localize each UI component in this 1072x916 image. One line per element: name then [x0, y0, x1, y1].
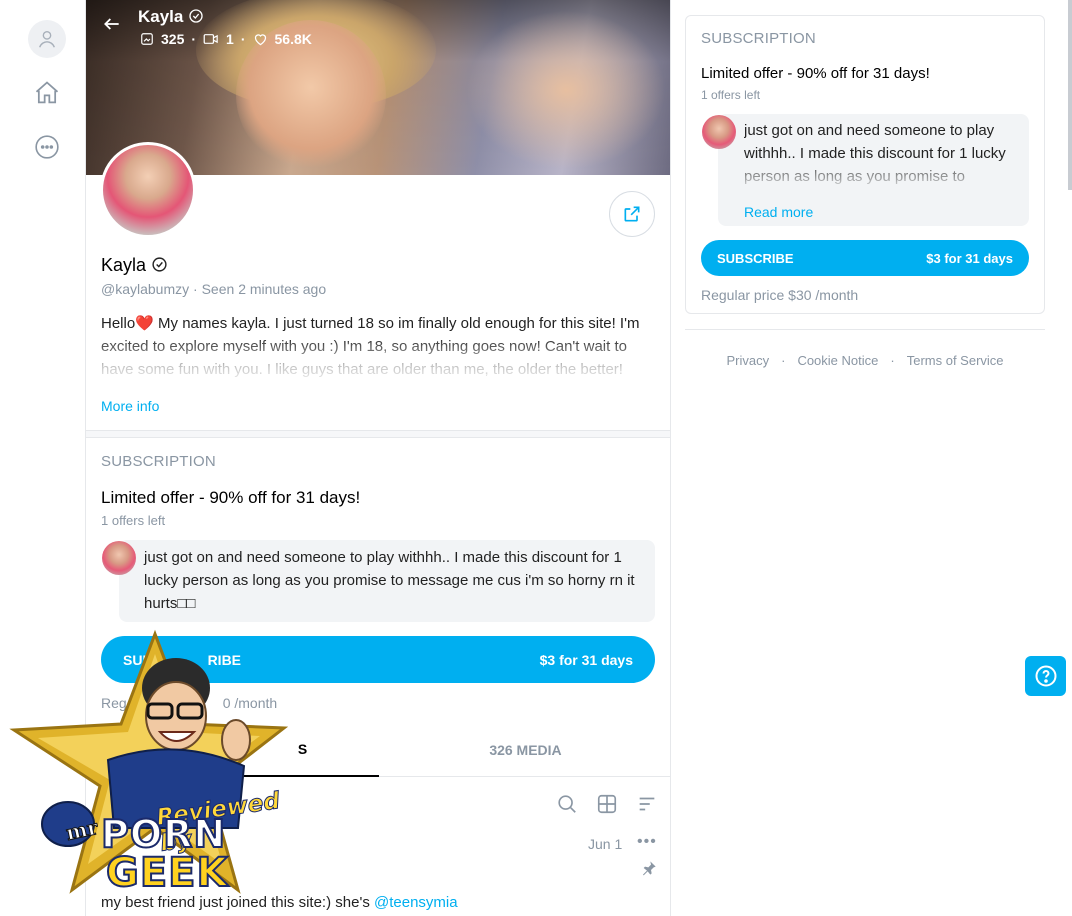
feed-tools [556, 793, 658, 817]
logo-geek-text: GEEK [105, 849, 229, 897]
sort-icon[interactable] [636, 793, 658, 815]
privacy-link[interactable]: Privacy [726, 353, 769, 368]
offer-message: just got on and need someone to play wit… [119, 540, 655, 622]
read-more-link[interactable]: Read more [744, 201, 1017, 224]
subscribe-price: $3 for 31 days [539, 651, 633, 668]
message-avatar [102, 541, 136, 575]
offers-left: 1 offers left [101, 513, 166, 528]
question-icon [1035, 665, 1056, 687]
cover-stats: 325 · 1 · 56.8K [140, 31, 312, 47]
subscription-card: SUBSCRIPTION Limited offer - 90% off for… [685, 15, 1045, 314]
tab-media[interactable]: 326 MEDIA [379, 723, 670, 777]
message-avatar [702, 115, 736, 149]
offer-title: Limited offer - 90% off for 31 days! [701, 65, 930, 82]
video-icon [203, 34, 218, 44]
offer-message-text: just got on and need someone to play wit… [144, 549, 635, 612]
offers-left: 1 offers left [701, 88, 761, 102]
profile-handle: @kaylabumzy [101, 281, 190, 297]
post-mention-link[interactable]: @teensymia [374, 894, 458, 911]
photo-count: 325 [161, 31, 185, 47]
search-icon[interactable] [556, 793, 578, 815]
seen-label: Seen [201, 281, 235, 297]
offer-title: Limited offer - 90% off for 31 days! [101, 488, 361, 507]
home-icon[interactable] [28, 74, 66, 112]
seen-time: 2 minutes ago [238, 281, 327, 297]
offer-message: just got on and need someone to play wit… [718, 114, 1029, 226]
share-button[interactable] [609, 191, 655, 237]
video-count: 1 [226, 31, 234, 47]
verified-icon [152, 257, 167, 272]
heart-icon [254, 34, 266, 46]
profile-name: Kayla [101, 255, 168, 276]
subscribe-button[interactable]: SUBSCRIBE $3 for 31 days [701, 240, 1029, 276]
cover-name-text: Kayla [138, 7, 184, 26]
cover-name: Kayla [138, 7, 204, 27]
cover-body-shape [466, 10, 666, 170]
terms-link[interactable]: Terms of Service [907, 353, 1004, 368]
more-info-link[interactable]: More info [101, 398, 159, 414]
share-icon [624, 206, 640, 222]
post-date: Jun 1 [588, 836, 623, 852]
profile-avatar[interactable] [100, 142, 196, 238]
profile-handle-row: @kaylabumzy · Seen 2 minutes ago [101, 281, 327, 297]
sidebar-divider [685, 329, 1045, 330]
post-options-icon[interactable]: ••• [637, 833, 657, 851]
section-divider [86, 430, 670, 438]
subscribe-label: SUBSCRIBE [717, 250, 794, 266]
cookie-notice-link[interactable]: Cookie Notice [797, 353, 878, 368]
grid-view-icon[interactable] [596, 793, 618, 815]
subscribe-price: $3 for 31 days [926, 250, 1013, 266]
more-options-icon[interactable] [28, 128, 66, 166]
subscription-heading: SUBSCRIPTION [701, 30, 816, 47]
profile-name-text: Kayla [101, 255, 147, 275]
regular-price: Regular price $30 /month [701, 287, 859, 303]
help-button[interactable] [1025, 656, 1066, 696]
subscription-heading: SUBSCRIPTION [101, 453, 216, 470]
reviewed-by-watermark-logo: Reviewed by mr PORN GEEK [8, 628, 289, 904]
photo-icon [141, 33, 153, 45]
scrollbar[interactable] [1068, 0, 1072, 190]
back-arrow-icon[interactable] [102, 14, 122, 40]
footer-links: Privacy · Cookie Notice · Terms of Servi… [726, 353, 1004, 368]
user-avatar-icon[interactable] [28, 20, 66, 58]
likes-count: 56.8K [274, 31, 312, 47]
bio-fade [101, 336, 657, 388]
pin-icon [643, 861, 656, 876]
verified-icon [189, 9, 203, 23]
